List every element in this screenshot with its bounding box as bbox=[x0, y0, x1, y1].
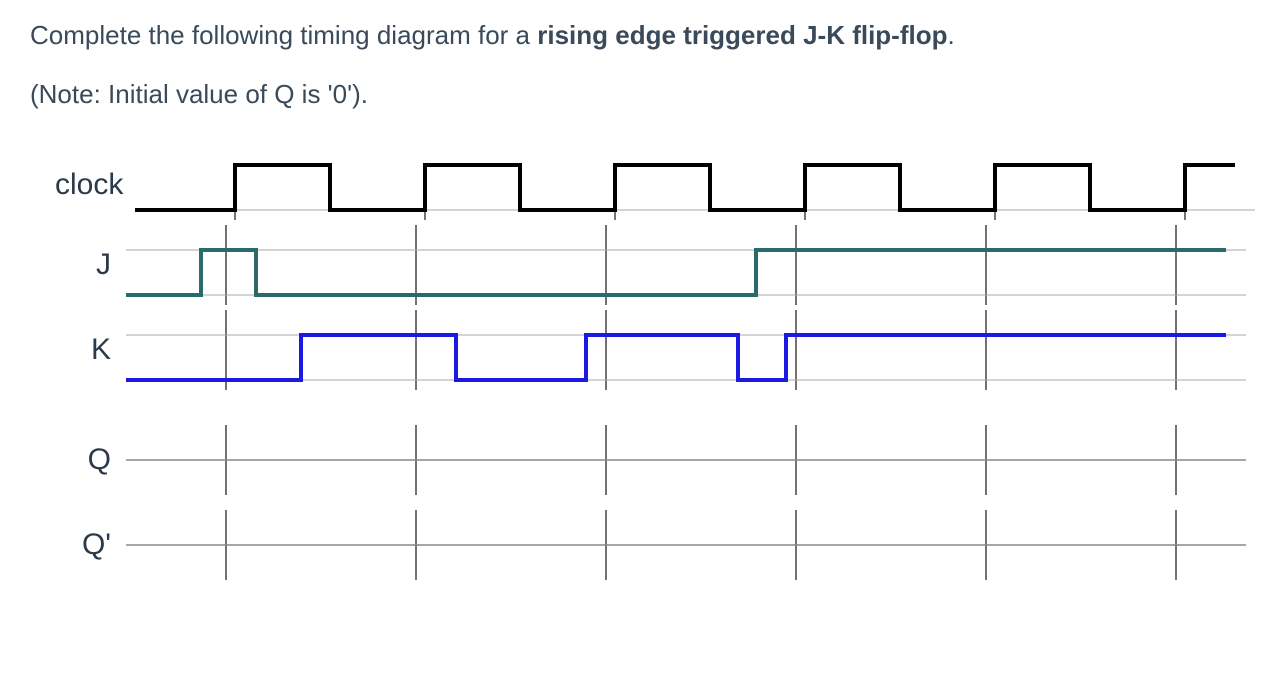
signal-label-j: J bbox=[55, 248, 126, 282]
signal-label-clock: clock bbox=[55, 168, 135, 202]
signal-canvas-j bbox=[126, 225, 1246, 305]
note-text: (Note: Initial value of Q is '0'). bbox=[30, 79, 1246, 110]
signal-row-j: J bbox=[55, 225, 1246, 305]
signal-canvas-q bbox=[126, 425, 1246, 495]
signal-canvas-qprime bbox=[126, 510, 1246, 580]
signal-row-k: K bbox=[55, 310, 1246, 390]
instruction-bold: rising edge triggered J-K flip-flop bbox=[537, 20, 947, 50]
instruction-prefix: Complete the following timing diagram fo… bbox=[30, 20, 537, 50]
signal-row-clock: clock bbox=[55, 150, 1246, 220]
signal-label-qprime: Q' bbox=[55, 528, 126, 562]
instruction-text: Complete the following timing diagram fo… bbox=[30, 20, 1246, 51]
signal-label-q: Q bbox=[55, 443, 126, 477]
signal-canvas-clock bbox=[135, 150, 1255, 220]
signal-label-k: K bbox=[55, 333, 126, 367]
signal-canvas-k bbox=[126, 310, 1246, 390]
signal-row-qprime: Q' bbox=[55, 510, 1246, 580]
instruction-suffix: . bbox=[948, 20, 955, 50]
timing-diagram: clock J K bbox=[55, 150, 1246, 580]
signal-row-q: Q bbox=[55, 425, 1246, 495]
